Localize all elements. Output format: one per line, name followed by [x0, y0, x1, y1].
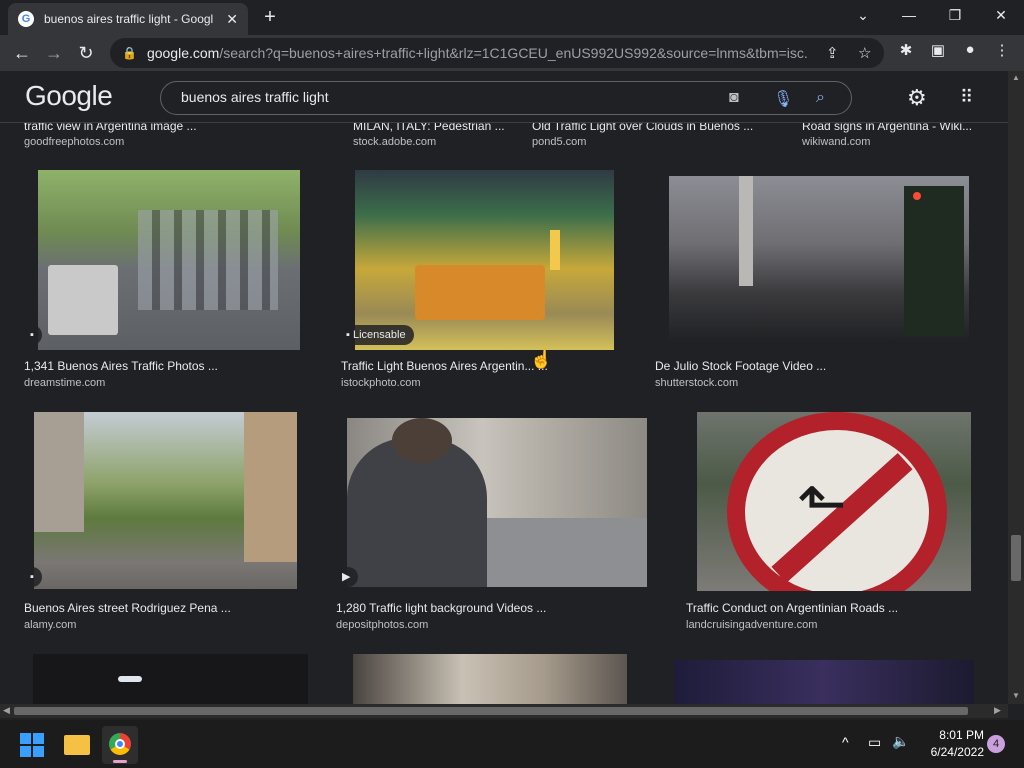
close-tab-icon[interactable]: ✕	[226, 11, 238, 28]
forward-icon[interactable]: →	[40, 39, 68, 67]
windows-start-icon[interactable]	[20, 733, 44, 757]
result-source: goodfreephotos.com	[24, 136, 125, 148]
apps-grid-icon[interactable]: ⠿	[960, 87, 973, 108]
search-results-page: traffic view in Argentina image ... good…	[0, 71, 1008, 704]
search-icon[interactable]: ⌕	[816, 89, 825, 107]
google-favicon-icon: G	[18, 11, 34, 27]
google-logo[interactable]: Google	[25, 80, 113, 112]
settings-gear-icon[interactable]: ⚙	[907, 85, 927, 111]
file-explorer-icon[interactable]	[64, 735, 90, 755]
browser-tab[interactable]: G buenos aires traffic light - Googl ✕	[8, 3, 248, 35]
tab-title: buenos aires traffic light - Googl	[44, 12, 214, 26]
horizontal-scrollbar[interactable]: ◀ ▶	[0, 704, 1008, 718]
chrome-taskbar-button[interactable]	[102, 726, 138, 764]
share-icon[interactable]: ⇪	[826, 44, 839, 62]
camera-icon[interactable]: ◙	[729, 89, 739, 107]
result-caption[interactable]: 1,280 Traffic light background Videos ..…	[336, 601, 636, 615]
minimize-button[interactable]: —	[886, 0, 932, 32]
result-image-obelisk-traffic[interactable]	[669, 176, 969, 344]
result-source: stock.adobe.com	[353, 136, 437, 148]
horizontal-scroll-thumb[interactable]	[14, 707, 968, 715]
result-image-dusk[interactable]	[674, 660, 974, 704]
result-source: wikiwand.com	[802, 136, 871, 148]
result-caption[interactable]: 1,341 Buenos Aires Traffic Photos ...	[24, 359, 304, 373]
profile-avatar-icon[interactable]: ●	[958, 41, 982, 58]
result-image-traffic-light-bus[interactable]	[355, 170, 614, 350]
bookmark-star-icon[interactable]: ☆	[858, 44, 871, 62]
result-caption[interactable]: De Julio Stock Footage Video ...	[655, 359, 955, 373]
result-source: shutterstock.com	[655, 377, 739, 389]
result-caption[interactable]: Traffic Light Buenos Aires Argentin... .…	[341, 359, 553, 373]
google-header: Google ◙ 🎙 ⌕ ⚙ ⠿	[0, 71, 1008, 123]
scroll-up-arrow-icon[interactable]: ▲	[1012, 73, 1020, 82]
side-panel-icon[interactable]: ▣	[926, 41, 950, 59]
result-source: dreamstime.com	[24, 377, 106, 389]
reload-icon[interactable]: ↻	[72, 39, 100, 67]
result-caption[interactable]: Buenos Aires street Rodriguez Pena ...	[24, 601, 304, 615]
result-source: istockphoto.com	[341, 377, 421, 389]
scroll-right-arrow-icon[interactable]: ▶	[994, 705, 1001, 716]
new-tab-button[interactable]: +	[258, 5, 282, 29]
result-image-buildings[interactable]	[353, 654, 627, 704]
vertical-scrollbar[interactable]: ▲ ▼	[1008, 71, 1024, 704]
result-source: pond5.com	[532, 136, 587, 148]
extensions-icon[interactable]: ✱	[894, 41, 918, 59]
notification-badge[interactable]: 4	[987, 735, 1005, 753]
close-window-button[interactable]: ✕	[978, 0, 1024, 32]
lock-icon: 🔒	[122, 46, 137, 60]
windows-taskbar: ^ ▭ 🔈 8:01 PM 6/24/2022 4	[0, 720, 1024, 768]
url-text[interactable]: google.com/search?q=buenos+aires+traffic…	[147, 45, 807, 61]
search-box[interactable]: ◙ 🎙 ⌕	[160, 81, 852, 115]
result-source: alamy.com	[24, 619, 77, 631]
title-bar: G buenos aires traffic light - Googl ✕ +…	[0, 0, 1024, 35]
scroll-left-arrow-icon[interactable]: ◀	[3, 705, 10, 716]
result-image-traffic-street[interactable]	[38, 170, 300, 350]
vertical-scroll-thumb[interactable]	[1011, 535, 1021, 581]
result-image-traffic-light-video[interactable]	[347, 418, 647, 587]
result-caption[interactable]: Traffic Conduct on Argentinian Roads ...	[686, 601, 986, 615]
result-source: landcruisingadventure.com	[686, 619, 818, 631]
volume-icon[interactable]: 🔈	[892, 733, 909, 750]
back-icon[interactable]: ←	[8, 39, 36, 67]
licensable-badge: ▪ Licensable	[340, 325, 414, 345]
microphone-icon[interactable]: 🎙	[773, 89, 793, 109]
result-image-street-rodriguez-pena[interactable]	[34, 412, 297, 589]
result-source: depositphotos.com	[336, 619, 429, 631]
video-play-icon: ▶	[336, 567, 359, 587]
result-image-no-left-turn-sign[interactable]: ⬑	[697, 412, 971, 591]
result-image-night[interactable]	[33, 654, 308, 704]
chrome-icon	[109, 733, 131, 755]
clock-date[interactable]: 6/24/2022	[914, 745, 984, 759]
clock-time[interactable]: 8:01 PM	[924, 728, 984, 742]
browser-toolbar: ← → ↻ 🔒 google.com/search?q=buenos+aires…	[0, 35, 1024, 71]
scroll-down-arrow-icon[interactable]: ▼	[1012, 691, 1020, 700]
mouse-cursor-icon: ☝	[530, 349, 553, 369]
menu-kebab-icon[interactable]: ⋮	[990, 41, 1014, 59]
tray-chevron-up-icon[interactable]: ^	[842, 734, 849, 750]
tab-search-icon[interactable]: ⌄	[840, 0, 886, 32]
search-input[interactable]	[181, 89, 701, 105]
address-bar[interactable]: 🔒 google.com/search?q=buenos+aires+traff…	[110, 38, 884, 68]
network-icon[interactable]: ▭	[868, 734, 881, 751]
restore-button[interactable]: ❐	[932, 0, 978, 32]
